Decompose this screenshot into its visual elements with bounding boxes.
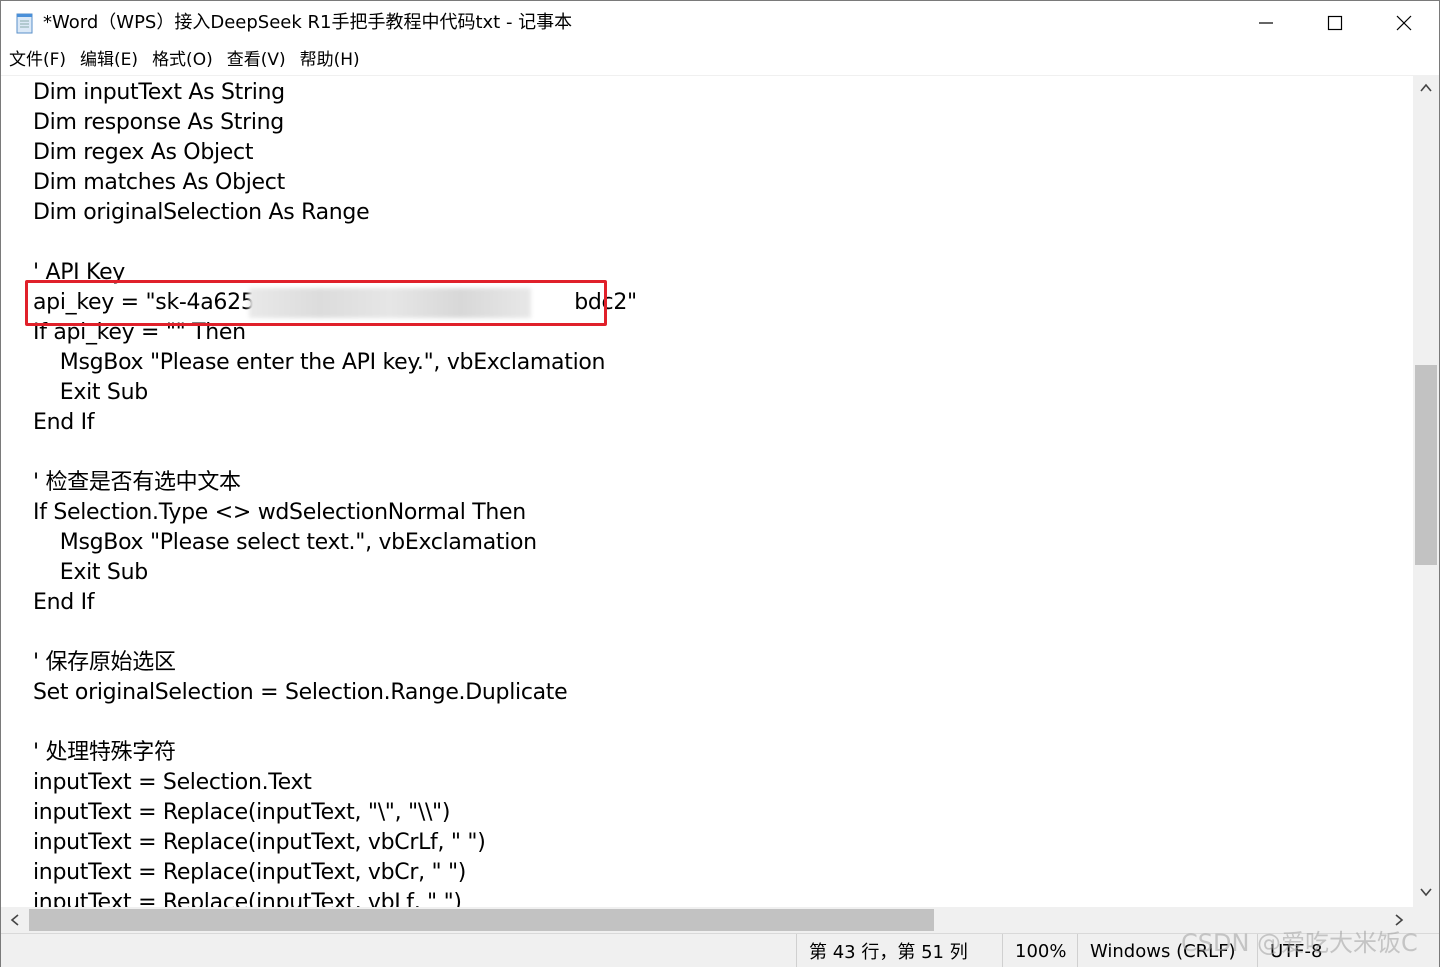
notepad-icon <box>15 12 35 34</box>
code-line: Dim inputText As String <box>33 80 285 105</box>
menu-file[interactable]: 文件(F) <box>9 48 66 72</box>
minimize-icon <box>1259 22 1273 24</box>
notepad-window: *Word（WPS）接入DeepSeek R1手把手教程中代码txt - 记事本… <box>0 0 1440 967</box>
code-line: End If <box>33 590 95 615</box>
code-line: inputText = Replace(inputText, "\", "\\"… <box>33 800 451 825</box>
vertical-scrollbar[interactable] <box>1413 75 1439 907</box>
code-line: ' 保存原始选区 <box>33 650 176 675</box>
code-line: inputText = Replace(inputText, vbCr, " "… <box>33 860 467 885</box>
code-line: inputText = Replace(inputText, vbCrLf, "… <box>33 830 486 855</box>
code-line: If Selection.Type <> wdSelectionNormal T… <box>33 500 526 525</box>
code-line: Set originalSelection = Selection.Range.… <box>33 680 568 705</box>
code-line: Dim regex As Object <box>33 140 254 165</box>
menu-edit[interactable]: 编辑(E) <box>80 48 138 72</box>
code-line: ' 处理特殊字符 <box>33 740 176 765</box>
scroll-up-arrow-icon[interactable] <box>1413 81 1439 99</box>
title-bar[interactable]: *Word（WPS）接入DeepSeek R1手把手教程中代码txt - 记事本 <box>1 1 1439 45</box>
menu-view[interactable]: 查看(V) <box>227 48 286 72</box>
code-line: inputText = Replace(inputText, vbLf, " "… <box>33 890 462 907</box>
maximize-icon <box>1327 15 1343 31</box>
menu-format[interactable]: 格式(O) <box>152 48 213 72</box>
code-line: inputText = Selection.Text <box>33 770 312 795</box>
code-line: End If <box>33 410 95 435</box>
window-title: *Word（WPS）接入DeepSeek R1手把手教程中代码txt - 记事本 <box>43 12 573 33</box>
close-icon <box>1396 15 1412 31</box>
zoom-level: 100% <box>1002 934 1077 967</box>
horizontal-scroll-thumb[interactable] <box>29 909 934 931</box>
menu-bar: 文件(F) 编辑(E) 格式(O) 查看(V) 帮助(H) <box>1 45 1439 75</box>
code-line: Dim matches As Object <box>33 170 285 195</box>
vertical-scroll-thumb[interactable] <box>1415 365 1437 565</box>
api-key-highlight-box <box>25 280 607 326</box>
scroll-left-arrow-icon[interactable] <box>5 907 25 933</box>
maximize-button[interactable] <box>1300 1 1370 45</box>
watermark: CSDN @爱吃大米饭C <box>1181 929 1418 957</box>
code-line: ' 检查是否有选中文本 <box>33 470 241 495</box>
code-line: MsgBox "Please enter the API key.", vbEx… <box>33 350 606 375</box>
cursor-position: 第 43 行，第 51 列 <box>796 934 1002 967</box>
minimize-button[interactable] <box>1231 1 1301 45</box>
code-line: Dim originalSelection As Range <box>33 200 370 225</box>
close-button[interactable] <box>1369 1 1439 45</box>
code-line: Dim response As String <box>33 110 284 135</box>
code-line: Exit Sub <box>33 380 148 405</box>
scroll-down-arrow-icon[interactable] <box>1413 885 1439 903</box>
code-line: MsgBox "Please select text.", vbExclamat… <box>33 530 537 555</box>
code-line: Exit Sub <box>33 560 148 585</box>
menu-help[interactable]: 帮助(H) <box>300 48 360 72</box>
text-editor[interactable]: Dim inputText As String Dim response As … <box>1 75 1413 907</box>
